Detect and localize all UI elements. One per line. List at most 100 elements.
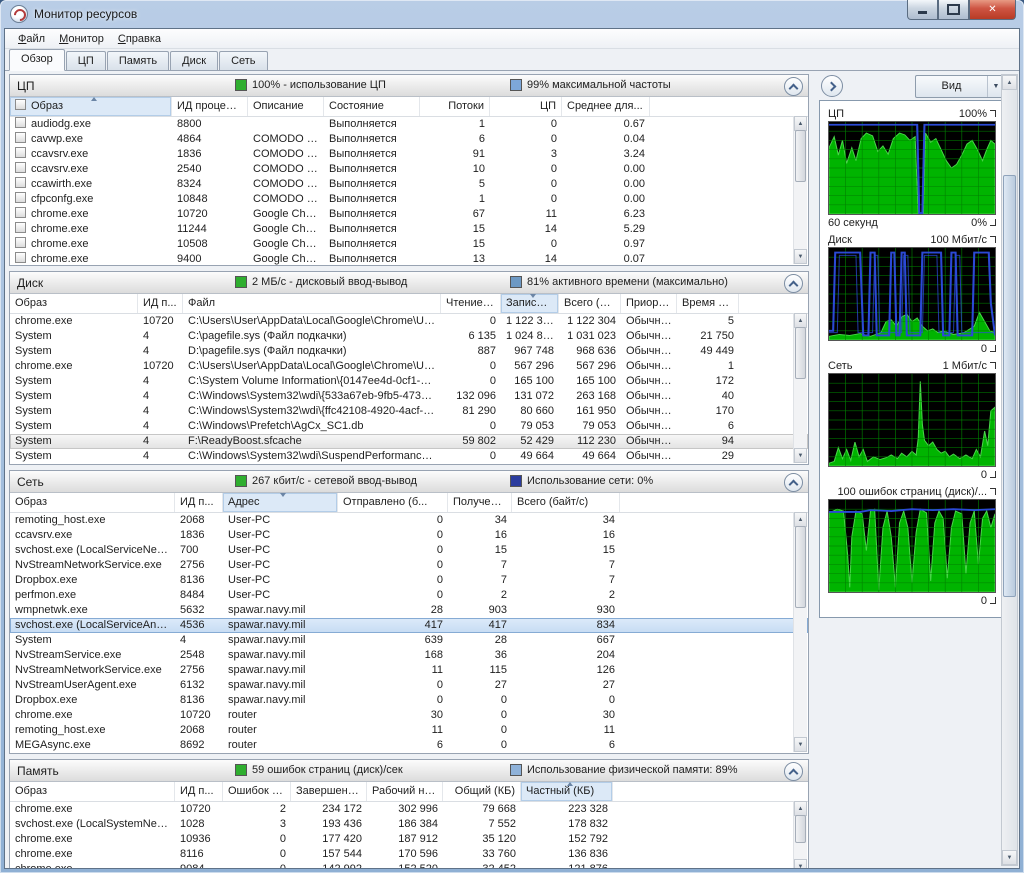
row-checkbox[interactable]	[15, 162, 26, 173]
table-row[interactable]: audiodg.exe8800Выполняется100.67	[10, 117, 808, 132]
table-row[interactable]: chrome.exe10720router30030	[10, 708, 808, 723]
table-row[interactable]: chrome.exe10720Google Chro...Выполняется…	[10, 207, 808, 222]
column-header[interactable]: Образ	[10, 493, 175, 512]
column-header[interactable]: Среднее для...	[562, 97, 650, 116]
scroll-down-icon[interactable]: ▼	[1002, 850, 1017, 865]
table-row[interactable]: Dropbox.exe8136spawar.navy.mil000	[10, 693, 808, 708]
menu-monitor[interactable]: Монитор	[52, 31, 111, 47]
column-header[interactable]: Адрес	[223, 493, 338, 512]
table-row[interactable]: System4C:\Windows\System32\wdi\{533a67eb…	[10, 389, 808, 404]
table-row[interactable]: ccavsrv.exe1836User-PC01616	[10, 528, 808, 543]
scroll-up-icon[interactable]: ▲	[794, 313, 807, 328]
column-header[interactable]: Время от...	[677, 294, 739, 313]
close-button[interactable]: ✕	[969, 0, 1016, 20]
scroll-thumb[interactable]	[795, 526, 806, 608]
select-all-checkbox[interactable]	[15, 99, 26, 110]
disk-scrollbar[interactable]: ▲ ▼	[793, 313, 807, 463]
main-scrollbar[interactable]: ▲ ▼	[1001, 74, 1018, 866]
column-header[interactable]: Всего (ба...	[559, 294, 621, 313]
row-checkbox[interactable]	[15, 222, 26, 233]
menu-help[interactable]: Справка	[111, 31, 168, 47]
table-row[interactable]: Dropbox.exe8136User-PC077	[10, 573, 808, 588]
table-row[interactable]: NvStreamNetworkService.exe2756spawar.nav…	[10, 663, 808, 678]
memory-scrollbar[interactable]: ▲ ▼	[793, 801, 807, 869]
table-row[interactable]: NvStreamNetworkService.exe2756User-PC077	[10, 558, 808, 573]
table-row[interactable]: System4C:\pagefile.sys (Файл подкачки)6 …	[10, 329, 808, 344]
collapse-sidebar-button[interactable]	[821, 75, 843, 97]
table-row[interactable]: cavwp.exe4864COMODO Int...Выполняется600…	[10, 132, 808, 147]
row-checkbox[interactable]	[15, 117, 26, 128]
table-row[interactable]: chrome.exe109360177 420187 91235 120152 …	[10, 832, 808, 847]
tab-overview[interactable]: Обзор	[9, 49, 65, 71]
table-row[interactable]: System4F:\ReadyBoost.sfcache59 80252 429…	[10, 434, 808, 449]
table-row[interactable]: svchost.exe (LocalServiceNetwo...700User…	[10, 543, 808, 558]
table-row[interactable]: chrome.exe11244Google Chro...Выполняется…	[10, 222, 808, 237]
column-header[interactable]: Получено (бай...	[448, 493, 512, 512]
table-row[interactable]: chrome.exe9400Google Chro...Выполняется1…	[10, 252, 808, 265]
column-header[interactable]: Потоки	[420, 97, 490, 116]
scroll-up-icon[interactable]: ▲	[1002, 75, 1017, 90]
row-checkbox[interactable]	[15, 192, 26, 203]
column-header[interactable]: Файл	[183, 294, 441, 313]
table-row[interactable]: NvStreamUserAgent.exe6132spawar.navy.mil…	[10, 678, 808, 693]
network-scrollbar[interactable]: ▲ ▼	[793, 512, 807, 752]
cpu-section-header[interactable]: ЦП 100% - использование ЦП 99% максималь…	[10, 75, 808, 97]
table-row[interactable]: chrome.exe81160157 544170 59633 760136 8…	[10, 847, 808, 862]
collapse-button[interactable]	[784, 77, 803, 96]
maximize-button[interactable]	[938, 0, 969, 20]
column-header[interactable]: Образ	[10, 294, 138, 313]
view-button[interactable]: Вид ▼	[915, 75, 1005, 98]
column-header[interactable]: Ошибок отсу...	[223, 782, 291, 801]
table-row[interactable]: MEGAsync.exe8692router606	[10, 738, 808, 751]
column-header[interactable]: Состояние	[324, 97, 420, 116]
column-header[interactable]: ИД п...	[138, 294, 183, 313]
menu-file[interactable]: Файл	[11, 31, 52, 47]
table-row[interactable]: remoting_host.exe2068User-PC03434	[10, 513, 808, 528]
scroll-down-icon[interactable]: ▼	[794, 737, 807, 752]
memory-section-header[interactable]: Память 59 ошибок страниц (диск)/сек Испо…	[10, 760, 808, 782]
minimize-button[interactable]	[907, 0, 938, 20]
column-header[interactable]: Образ	[10, 782, 175, 801]
table-row[interactable]: cfpconfg.exe10848COMODO Int...Выполняетс…	[10, 192, 808, 207]
column-header[interactable]: ИД п...	[175, 782, 223, 801]
table-row[interactable]: chrome.exe90840142 992152 52032 452121 8…	[10, 862, 808, 869]
table-row[interactable]: System4D:\pagefile.sys (Файл подкачки)88…	[10, 344, 808, 359]
tab-network[interactable]: Сеть	[219, 51, 267, 70]
table-row[interactable]: System4C:\System Volume Information\{014…	[10, 374, 808, 389]
title-bar[interactable]: Монитор ресурсов ✕	[0, 0, 1024, 28]
row-checkbox[interactable]	[15, 147, 26, 158]
scroll-down-icon[interactable]: ▼	[794, 448, 807, 463]
column-header[interactable]: Описание	[248, 97, 324, 116]
column-header[interactable]: Завершено (...	[291, 782, 367, 801]
column-header[interactable]: Образ	[10, 97, 172, 116]
column-header[interactable]: Общий (КБ)	[443, 782, 521, 801]
column-header[interactable]: Запись (б...	[501, 294, 559, 313]
table-row[interactable]: chrome.exe10720C:\Users\User\AppData\Loc…	[10, 359, 808, 374]
table-row[interactable]: chrome.exe107202234 172302 99679 668223 …	[10, 802, 808, 817]
disk-section-header[interactable]: Диск 2 МБ/с - дисковый ввод-вывод 81% ак…	[10, 272, 808, 294]
column-header[interactable]: Приорит...	[621, 294, 677, 313]
scroll-down-icon[interactable]: ▼	[794, 249, 807, 264]
cpu-scrollbar[interactable]: ▲ ▼	[793, 116, 807, 264]
scroll-up-icon[interactable]: ▲	[794, 801, 807, 816]
row-checkbox[interactable]	[15, 237, 26, 248]
column-header[interactable]: ИД процесса	[172, 97, 248, 116]
collapse-button[interactable]	[784, 762, 803, 781]
tab-memory[interactable]: Память	[107, 51, 169, 70]
column-header[interactable]: ЦП	[490, 97, 562, 116]
scroll-down-icon[interactable]: ▼	[794, 859, 807, 869]
column-header[interactable]: Частный (КБ)	[521, 782, 613, 801]
column-header[interactable]: Чтение (б...	[441, 294, 501, 313]
table-row[interactable]: svchost.exe (LocalSystemNetwo...10283193…	[10, 817, 808, 832]
scroll-thumb[interactable]	[795, 815, 806, 843]
column-header[interactable]: ИД п...	[175, 493, 223, 512]
table-row[interactable]: ccavsrv.exe1836COMODO Cl...Выполняется91…	[10, 147, 808, 162]
table-row[interactable]: svchost.exe (LocalServiceAndNo...4536spa…	[10, 618, 808, 633]
scroll-thumb[interactable]	[1003, 175, 1016, 597]
table-row[interactable]: chrome.exe10720C:\Users\User\AppData\Loc…	[10, 314, 808, 329]
table-row[interactable]: System4C:\Windows\Prefetch\AgCx_SC1.db07…	[10, 419, 808, 434]
row-checkbox[interactable]	[15, 177, 26, 188]
table-row[interactable]: System4C:\Windows\System32\wdi\SuspendPe…	[10, 449, 808, 462]
column-header[interactable]: Рабочий на...	[367, 782, 443, 801]
collapse-button[interactable]	[784, 274, 803, 293]
